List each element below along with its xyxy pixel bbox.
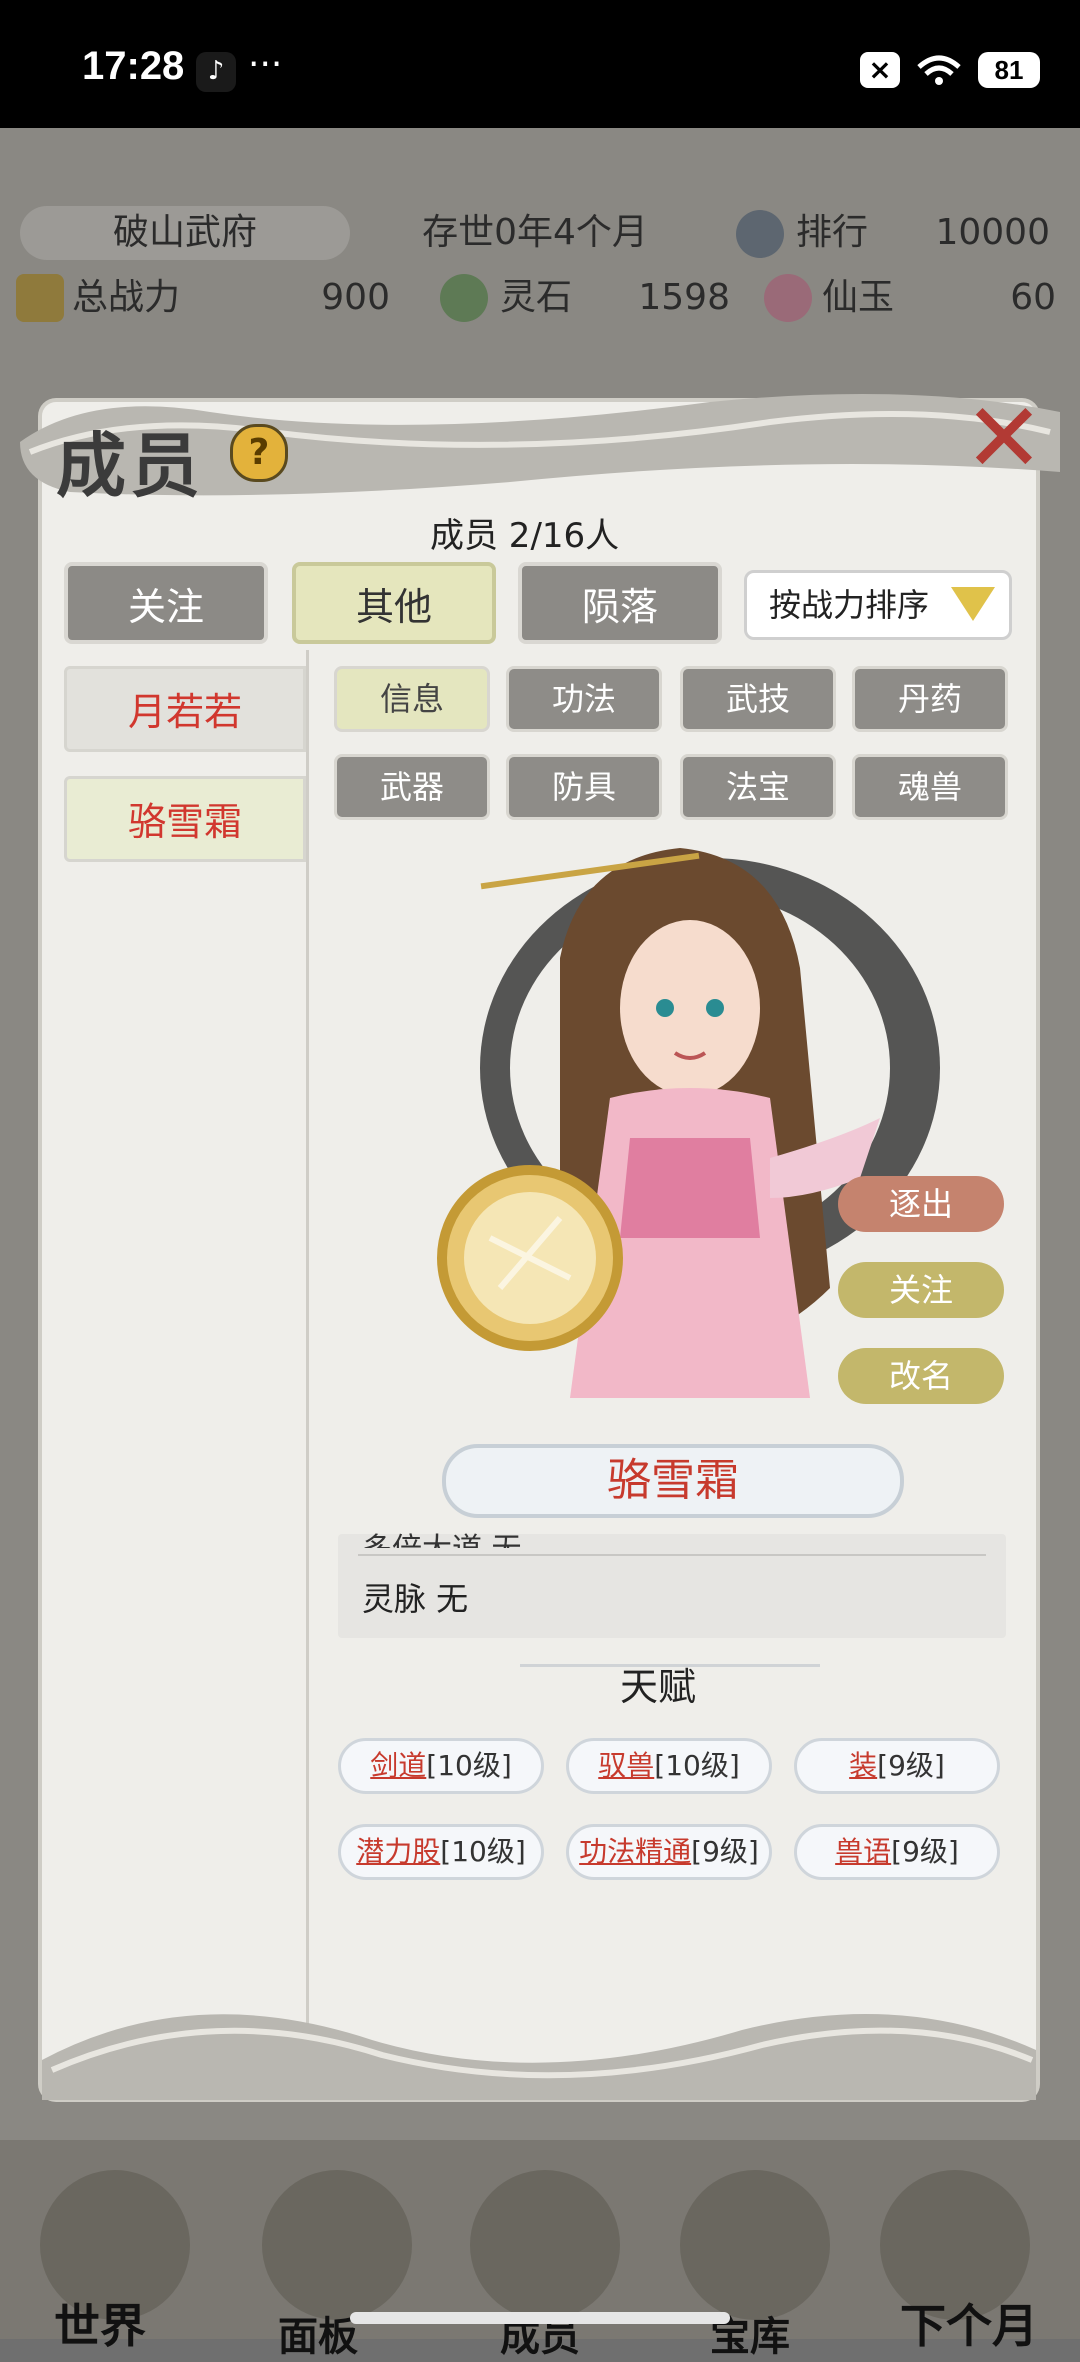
- filter-follow-button[interactable]: 关注: [64, 562, 268, 644]
- member-list: 月若若 骆雪霜: [42, 650, 309, 2060]
- help-icon[interactable]: ?: [230, 424, 288, 482]
- sect-name: 破山武府: [20, 206, 350, 260]
- tab-info[interactable]: 信息: [334, 666, 490, 732]
- member-count: 成员 2/16人: [430, 516, 620, 556]
- treasury-icon: [680, 2170, 830, 2320]
- tab-armor[interactable]: 防具: [506, 754, 662, 820]
- member-nav-icon: [470, 2170, 620, 2320]
- header-row-2: 总战力 900 灵石 1598 仙玉 60: [0, 268, 1080, 328]
- talent-badge[interactable]: 潜力股[10级]: [338, 1824, 544, 1880]
- talent-name: 功法精通: [579, 1835, 692, 1868]
- sort-dropdown[interactable]: 按战力排序: [744, 570, 1012, 640]
- dropdown-triangle-icon: [951, 587, 995, 621]
- stone-value: 1598: [638, 277, 730, 318]
- bottom-nav: 世界 面板 成员 宝库 下个月: [0, 2140, 1080, 2360]
- home-indicator: [350, 2312, 730, 2324]
- talent-level: [10级]: [426, 1749, 512, 1782]
- jade-icon: [764, 274, 812, 322]
- stone-label: 灵石: [500, 277, 573, 318]
- follow-button[interactable]: 关注: [838, 1262, 1004, 1318]
- rename-button[interactable]: 改名: [838, 1348, 1004, 1404]
- talent-title: 天赋: [620, 1665, 697, 1709]
- nav-world[interactable]: 世界: [54, 2290, 146, 2356]
- talent-level: [9级]: [877, 1749, 945, 1782]
- power-label: 总战力: [72, 277, 181, 318]
- member-item-selected[interactable]: 骆雪霜: [64, 776, 306, 862]
- jade-label: 仙玉: [822, 277, 895, 318]
- nav-next-month[interactable]: 下个月: [900, 2290, 1038, 2356]
- member-item[interactable]: 月若若: [64, 666, 306, 752]
- talent-level: [10级]: [440, 1835, 526, 1868]
- status-bar: 17:28 ♪ ··· × 81: [0, 0, 1080, 128]
- tab-techniques[interactable]: 功法: [506, 666, 662, 732]
- character-name: 骆雪霜: [442, 1444, 904, 1518]
- jade-value: 60: [1010, 277, 1056, 318]
- talent-name: 装: [849, 1749, 878, 1782]
- header-row-1: 破山武府 存世0年4个月 排行 10000: [0, 206, 1080, 266]
- status-icons: × 81: [860, 52, 1040, 88]
- info-line-clipped: 多倍大道 无: [362, 1524, 522, 1548]
- tab-weapons[interactable]: 武器: [334, 754, 490, 820]
- talent-badge[interactable]: 兽语[9级]: [794, 1824, 1000, 1880]
- sort-label: 按战力排序: [769, 586, 930, 624]
- nav-panel[interactable]: 面板: [278, 2304, 358, 2362]
- rank-value: 10000: [935, 212, 1050, 253]
- talent-badge[interactable]: 剑道[10级]: [338, 1738, 544, 1794]
- status-time: 17:28: [82, 44, 185, 88]
- wifi-icon: [914, 53, 964, 87]
- divider: [358, 1554, 986, 1556]
- panel-icon: [262, 2170, 412, 2320]
- tiktok-icon: ♪: [196, 52, 236, 92]
- rank-icon: [736, 210, 784, 258]
- filter-fallen-button[interactable]: 陨落: [518, 562, 722, 644]
- filter-other-button[interactable]: 其他: [292, 562, 496, 644]
- battery-indicator: 81: [978, 52, 1040, 88]
- talent-name: 驭兽: [598, 1749, 655, 1782]
- talent-name: 潜力股: [356, 1835, 441, 1868]
- power-value: 900: [321, 277, 390, 318]
- expel-button[interactable]: 逐出: [838, 1176, 1004, 1232]
- existence-text: 存世0年4个月: [422, 212, 648, 253]
- tab-soul-beasts[interactable]: 魂兽: [852, 754, 1008, 820]
- talent-badge[interactable]: 装[9级]: [794, 1738, 1000, 1794]
- talent-name: 兽语: [835, 1835, 892, 1868]
- info-panel: 多倍大道 无 灵脉 无: [338, 1532, 1006, 1638]
- dialog-title: 成员: [56, 424, 204, 507]
- info-line-meridian: 灵脉 无: [362, 1580, 469, 1618]
- close-box-icon: ×: [860, 52, 900, 88]
- talent-level: [9级]: [891, 1835, 959, 1868]
- more-dots: ···: [248, 44, 283, 85]
- power-icon: [16, 274, 64, 322]
- tab-martial-skills[interactable]: 武技: [680, 666, 836, 732]
- tab-artifacts[interactable]: 法宝: [680, 754, 836, 820]
- close-icon[interactable]: ✕: [962, 390, 1046, 486]
- talent-level: [10级]: [654, 1749, 740, 1782]
- talent-name: 剑道: [370, 1749, 427, 1782]
- talent-level: [9级]: [691, 1835, 759, 1868]
- talent-badge[interactable]: 驭兽[10级]: [566, 1738, 772, 1794]
- rank-label: 排行: [796, 212, 869, 253]
- tab-pills[interactable]: 丹药: [852, 666, 1008, 732]
- dialog-bottom-ornament: [42, 2014, 1036, 2100]
- talent-badge[interactable]: 功法精通[9级]: [566, 1824, 772, 1880]
- spirit-stone-icon: [440, 274, 488, 322]
